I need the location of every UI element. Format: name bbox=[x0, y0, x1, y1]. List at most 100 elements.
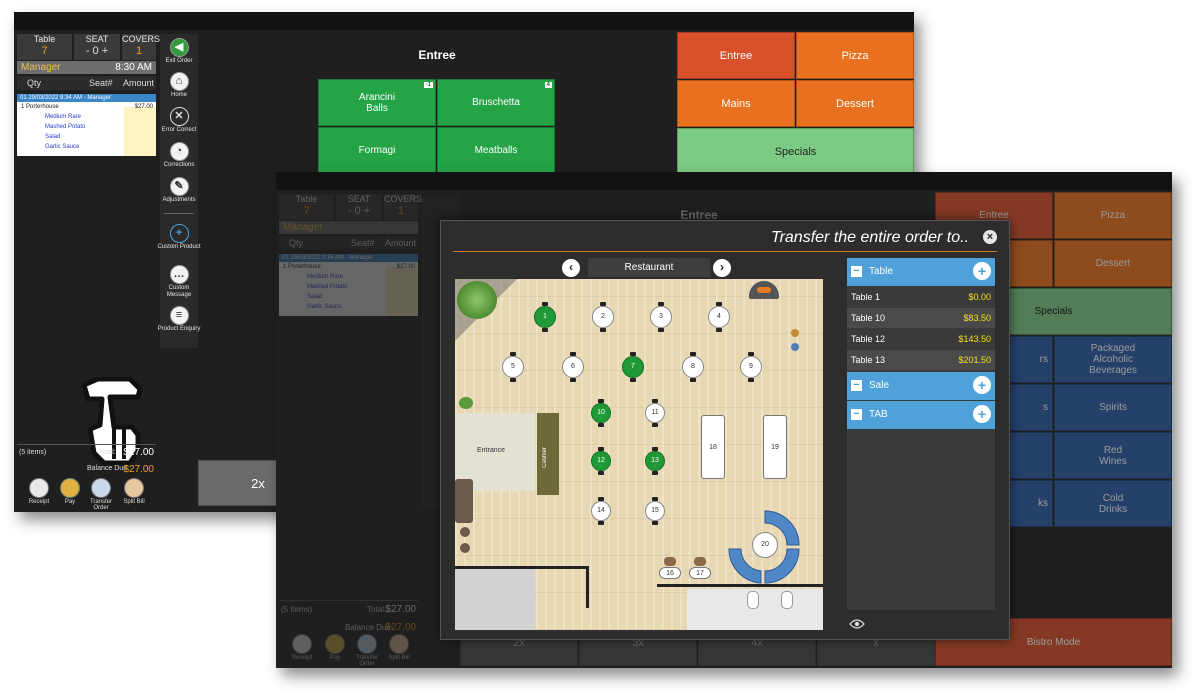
table-15[interactable]: 15 bbox=[645, 501, 665, 521]
custom-product-button[interactable]: + Custom Product bbox=[157, 224, 201, 251]
table-2[interactable]: 2 bbox=[592, 306, 614, 328]
table-row[interactable]: Table 1 $0.00 bbox=[847, 287, 995, 307]
add-icon[interactable]: + bbox=[973, 262, 991, 280]
modifier-line[interactable]: Salad bbox=[279, 292, 418, 302]
table-18[interactable]: 18 bbox=[701, 415, 725, 479]
modifier-line[interactable]: Garlic Sauce bbox=[17, 142, 156, 152]
cashier-label: Cashier bbox=[542, 447, 548, 468]
transfer-icon bbox=[91, 478, 111, 498]
category-packaged-alcoholic-beverages[interactable]: Packaged Alcoholic Beverages bbox=[1054, 336, 1172, 383]
order-item[interactable]: 1 Porterhouse $27.00 bbox=[17, 102, 156, 112]
chair-icon bbox=[652, 521, 658, 525]
menu-item[interactable]: Meatballs bbox=[437, 127, 555, 174]
menu-item[interactable]: Bruschetta 4 bbox=[437, 79, 555, 126]
table-row-amount: $143.50 bbox=[958, 334, 991, 344]
table-9[interactable]: 9 bbox=[740, 356, 762, 378]
modifier-line[interactable]: Garlic Sauce bbox=[279, 302, 418, 312]
seat-selector[interactable]: SEAT - 0 + bbox=[336, 194, 382, 220]
category-pizza[interactable]: Pizza bbox=[1054, 192, 1172, 239]
toilet-icon bbox=[781, 591, 793, 609]
category-red-wines[interactable]: Red Wines bbox=[1054, 432, 1172, 479]
custom-message-button[interactable]: … Custom Message bbox=[157, 265, 201, 299]
order-item-amount: $27.00 bbox=[134, 104, 153, 110]
table-14[interactable]: 14 bbox=[591, 501, 611, 521]
error-correct-button[interactable]: ✕ Error Correct bbox=[157, 107, 201, 134]
collapse-icon[interactable]: − bbox=[851, 266, 862, 277]
receipt-button[interactable]: Receipt bbox=[25, 478, 53, 505]
category-cold-drinks[interactable]: Cold Drinks bbox=[1054, 480, 1172, 527]
table-1[interactable]: 1 bbox=[534, 306, 556, 328]
table-row[interactable]: Table 12 $143.50 bbox=[847, 329, 995, 349]
table-10[interactable]: 10 bbox=[591, 403, 611, 423]
table-4[interactable]: 4 bbox=[708, 306, 730, 328]
table-17[interactable]: 17 bbox=[689, 567, 711, 579]
modifier-line[interactable]: Mashed Potato bbox=[279, 282, 418, 292]
order-list[interactable]: 01 29/03/2022 9:34 AM - Manager 1 Porter… bbox=[279, 254, 418, 316]
table-5[interactable]: 5 bbox=[502, 356, 524, 378]
chair-icon bbox=[598, 423, 604, 427]
category-dessert[interactable]: Dessert bbox=[1054, 240, 1172, 287]
seat-stepper[interactable]: - 0 + bbox=[74, 45, 120, 57]
table-11[interactable]: 11 bbox=[645, 403, 665, 423]
quantity-badge: -1 bbox=[423, 82, 433, 88]
chair-icon bbox=[598, 447, 604, 451]
table-6[interactable]: 6 bbox=[562, 356, 584, 378]
pay-button[interactable]: Pay bbox=[56, 478, 84, 505]
category-entree[interactable]: Entree bbox=[677, 32, 795, 79]
section-table[interactable]: − Table + bbox=[847, 258, 995, 286]
transfer-order-button[interactable]: Transfer Order bbox=[86, 478, 116, 511]
add-icon[interactable]: + bbox=[973, 405, 991, 423]
prev-floor-button[interactable]: ‹ bbox=[562, 259, 580, 277]
menu-item[interactable]: Arancini Balls -1 bbox=[318, 79, 436, 126]
category-pizza[interactable]: Pizza bbox=[796, 32, 914, 79]
split-bill-button[interactable]: Split Bill bbox=[382, 634, 416, 661]
collapse-icon[interactable]: − bbox=[851, 380, 862, 391]
modifier-line[interactable]: Mashed Potato bbox=[17, 122, 156, 132]
covers-selector[interactable]: COVERS 1 bbox=[122, 34, 160, 60]
pay-label: Pay bbox=[64, 499, 76, 505]
order-list[interactable]: 01 29/03/2022 9:34 AM - Manager 1 Porter… bbox=[17, 94, 156, 156]
seat-selector[interactable]: SEAT - 0 + bbox=[74, 34, 120, 60]
table-19[interactable]: 19 bbox=[763, 415, 787, 479]
category-mains[interactable]: Mains bbox=[677, 80, 795, 127]
table-8[interactable]: 8 bbox=[682, 356, 704, 378]
adjustments-button[interactable]: ✎ Adjustments bbox=[157, 177, 201, 204]
table-row[interactable]: Table 13 $201.50 bbox=[847, 350, 995, 370]
modifier-line[interactable]: Medium Rare bbox=[17, 112, 156, 122]
receipt-button[interactable]: Receipt bbox=[287, 634, 317, 661]
collapse-icon[interactable]: − bbox=[851, 409, 862, 420]
add-icon[interactable]: + bbox=[973, 376, 991, 394]
menu-item[interactable]: Formagi bbox=[318, 127, 436, 174]
transfer-order-button[interactable]: Transfer Order bbox=[350, 634, 384, 667]
covers-selector[interactable]: COVERS 1 bbox=[384, 194, 422, 220]
section-sale[interactable]: − Sale + bbox=[847, 372, 995, 400]
table-13[interactable]: 13 bbox=[645, 451, 665, 471]
table-16[interactable]: 16 bbox=[659, 567, 681, 579]
table-7[interactable]: 7 bbox=[622, 356, 644, 378]
order-header[interactable]: 01 29/03/2022 9:34 AM - Manager bbox=[17, 94, 156, 102]
pay-button[interactable]: Pay bbox=[320, 634, 350, 661]
next-floor-button[interactable]: › bbox=[713, 259, 731, 277]
category-spirits[interactable]: Spirits bbox=[1054, 384, 1172, 431]
corrections-button[interactable]: ◔ Corrections bbox=[157, 142, 201, 169]
table-row[interactable]: Table 10 $83.50 bbox=[847, 308, 995, 328]
product-enquiry-button[interactable]: ≡ Product Enquiry bbox=[157, 306, 201, 333]
eye-icon[interactable] bbox=[849, 618, 865, 630]
exit-order-button[interactable]: ◀ Exit Order bbox=[157, 38, 201, 65]
table-3[interactable]: 3 bbox=[650, 306, 672, 328]
category-dessert[interactable]: Dessert bbox=[796, 80, 914, 127]
modifier-line[interactable]: Medium Rare bbox=[279, 272, 418, 282]
table-selector[interactable]: Table 7 bbox=[17, 34, 72, 60]
floor-plan[interactable]: Entrance Cashier 1 2 3 4 5 6 7 8 9 10 11 12 13 14 15 20… bbox=[455, 279, 823, 630]
table-12[interactable]: 12 bbox=[591, 451, 611, 471]
home-button[interactable]: ⌂ Home bbox=[157, 72, 201, 99]
seat-stepper[interactable]: - 0 + bbox=[336, 205, 382, 217]
table-selector[interactable]: Table 7 bbox=[279, 194, 334, 220]
category-specials[interactable]: Specials bbox=[677, 128, 914, 175]
section-tab[interactable]: − TAB + bbox=[847, 401, 995, 429]
order-item[interactable]: 1 Porterhouse $27.00 bbox=[279, 262, 418, 272]
order-header[interactable]: 01 29/03/2022 9:34 AM - Manager bbox=[279, 254, 418, 262]
close-icon[interactable]: × bbox=[983, 230, 997, 244]
split-bill-button[interactable]: Split Bill bbox=[119, 478, 149, 505]
modifier-line[interactable]: Salad bbox=[17, 132, 156, 142]
